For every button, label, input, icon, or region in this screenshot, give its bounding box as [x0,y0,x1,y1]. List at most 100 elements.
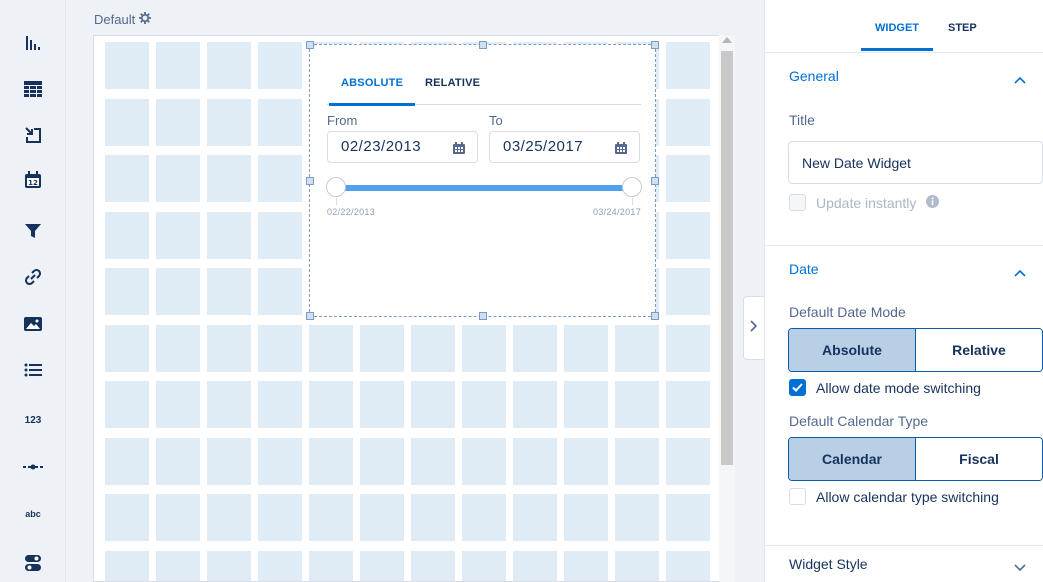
allow-calendar-type-switching-label: Allow calendar type switching [816,488,999,505]
chevron-down-icon[interactable] [1014,559,1026,577]
grid-cell [156,42,200,89]
section-title-date[interactable]: Date [789,261,819,277]
range-start-thumb[interactable] [326,177,346,197]
canvas-scrollbar[interactable] [719,35,735,582]
grid-cell [258,494,302,541]
grid-cell [666,494,710,541]
resize-handle[interactable] [306,41,314,49]
grid-cell [360,494,404,541]
grid-cell [513,494,557,541]
date-mode-tabs: ABSOLUTE RELATIVE [327,67,641,106]
allow-date-mode-switching-checkbox[interactable] [789,379,806,396]
title-input[interactable]: New Date Widget [788,141,1043,184]
grid-cell [615,494,659,541]
tab-absolute[interactable]: ABSOLUTE [328,77,416,106]
fiscal-button[interactable]: Fiscal [916,438,1042,480]
chevron-up-icon[interactable] [1014,264,1026,282]
scroll-up-arrow-icon[interactable] [722,37,732,43]
grid-cell [462,494,506,541]
from-date-input[interactable]: 02/23/2013 [327,131,478,163]
grid-cell [207,550,251,581]
toggle-icon[interactable] [20,550,46,576]
grid-cell [564,324,608,372]
chart-icon[interactable] [20,30,46,56]
mode-relative-button[interactable]: Relative [916,329,1042,371]
tab-widget[interactable]: WIDGET [875,22,919,34]
grid-cell [411,324,455,372]
resize-handle[interactable] [479,312,487,320]
scroll-thumb[interactable] [721,51,733,465]
chevron-right-icon [750,319,758,337]
page-label-text: Default [94,12,136,27]
allow-date-mode-switching-row[interactable]: Allow date mode switching [789,379,981,396]
grid-cell [666,381,710,428]
filter-icon[interactable] [20,218,46,244]
grid-cell [615,381,659,428]
resize-handle[interactable] [651,312,659,320]
allow-calendar-type-switching-checkbox[interactable] [789,488,806,505]
calendar-icon[interactable] [453,141,465,158]
update-instantly-row[interactable]: Update instantly [789,194,940,211]
range-icon[interactable] [20,454,46,480]
to-date-value: 03/25/2017 [503,138,584,155]
grid-cell [207,324,251,372]
grid-cell [207,155,251,202]
resize-handle[interactable] [479,41,487,49]
date-icon[interactable]: 12 [20,167,46,193]
mode-absolute-button[interactable]: Absolute [789,329,916,371]
title-input-value: New Date Widget [802,155,911,171]
grid-cell [462,381,506,428]
date-widget[interactable]: ABSOLUTE RELATIVE From To 02/23/2013 03/… [306,41,659,320]
list-icon[interactable] [20,357,46,383]
compare-table-icon[interactable] [20,122,46,148]
grid-cell [258,42,302,89]
range-end-thumb[interactable] [622,177,642,197]
grid-cell [360,437,404,485]
resize-handle[interactable] [651,177,659,185]
grid-cell [615,437,659,485]
gear-icon[interactable] [139,12,152,27]
grid-cell [309,324,353,372]
update-instantly-checkbox[interactable] [789,194,806,211]
title-label: Title [789,112,815,128]
tab-relative[interactable]: RELATIVE [425,77,480,89]
grid-cell [105,42,149,89]
section-title-widget-style[interactable]: Widget Style [789,556,868,572]
image-icon[interactable] [20,311,46,337]
resize-handle[interactable] [306,312,314,320]
chevron-up-icon[interactable] [1014,71,1026,89]
section-title-general[interactable]: General [789,68,839,84]
grid-cell [411,494,455,541]
resize-handle[interactable] [651,41,659,49]
grid-cell [258,155,302,202]
calendar-button[interactable]: Calendar [789,438,916,480]
grid-cell [105,494,149,541]
link-icon[interactable] [20,264,46,290]
active-tab-indicator [861,48,933,51]
number-icon[interactable]: 123 [20,407,46,433]
grid-cell [309,550,353,581]
text-icon[interactable]: abc [20,501,46,527]
grid-cell [105,550,149,581]
date-range-track[interactable] [333,185,631,191]
general-section: General Title New Date Widget Update ins… [765,52,1043,245]
page-label[interactable]: Default [94,12,152,27]
info-icon[interactable] [926,194,940,211]
grid-cell [411,381,455,428]
collapse-panel-button[interactable] [743,296,764,360]
calendar-icon[interactable] [615,141,627,158]
widget-style-section: Widget Style [765,545,1043,582]
resize-handle[interactable] [306,177,314,185]
grid-cell [666,155,710,202]
allow-calendar-type-switching-row[interactable]: Allow calendar type switching [789,488,999,505]
to-date-input[interactable]: 03/25/2017 [489,131,640,163]
tab-step[interactable]: STEP [948,22,977,34]
grid-cell [105,324,149,372]
grid-cell [105,268,149,315]
grid-cell [666,268,710,315]
grid-cell [258,437,302,485]
grid-cell [360,550,404,581]
range-tick [632,198,633,205]
calendar-type-toggle: Calendar Fiscal [788,437,1043,481]
table-icon[interactable] [20,76,46,102]
